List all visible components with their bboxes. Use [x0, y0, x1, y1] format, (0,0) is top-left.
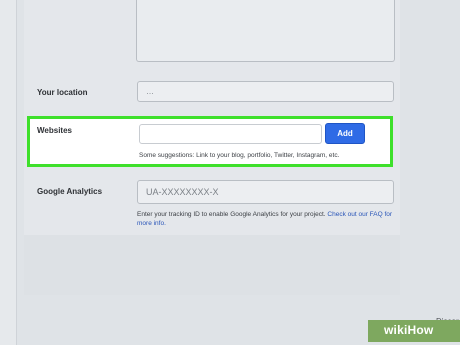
settings-panel-footer-area: [24, 235, 400, 295]
location-input[interactable]: …: [137, 81, 394, 102]
left-sidebar-strip: [0, 0, 17, 345]
add-website-button[interactable]: Add: [325, 123, 365, 144]
bio-textarea[interactable]: [136, 0, 395, 62]
location-label: Your location: [37, 88, 88, 97]
websites-hint: Some suggestions: Link to your blog, por…: [139, 152, 340, 159]
analytics-hint: Enter your tracking ID to enable Google …: [137, 210, 393, 228]
wikihow-watermark-text: wikiHow: [384, 323, 434, 337]
analytics-hint-text: Enter your tracking ID to enable Google …: [137, 211, 328, 218]
location-value: …: [146, 87, 154, 96]
analytics-tracking-input[interactable]: UA-XXXXXXXX-X: [137, 180, 394, 204]
analytics-placeholder: UA-XXXXXXXX-X: [146, 187, 219, 197]
website-url-input[interactable]: [139, 124, 322, 144]
websites-highlight-box: Websites Add Some suggestions: Link to y…: [27, 116, 393, 167]
websites-label: Websites: [37, 126, 72, 135]
analytics-label: Google Analytics: [37, 187, 103, 196]
wikihow-watermark: wikiHow: [368, 320, 460, 342]
